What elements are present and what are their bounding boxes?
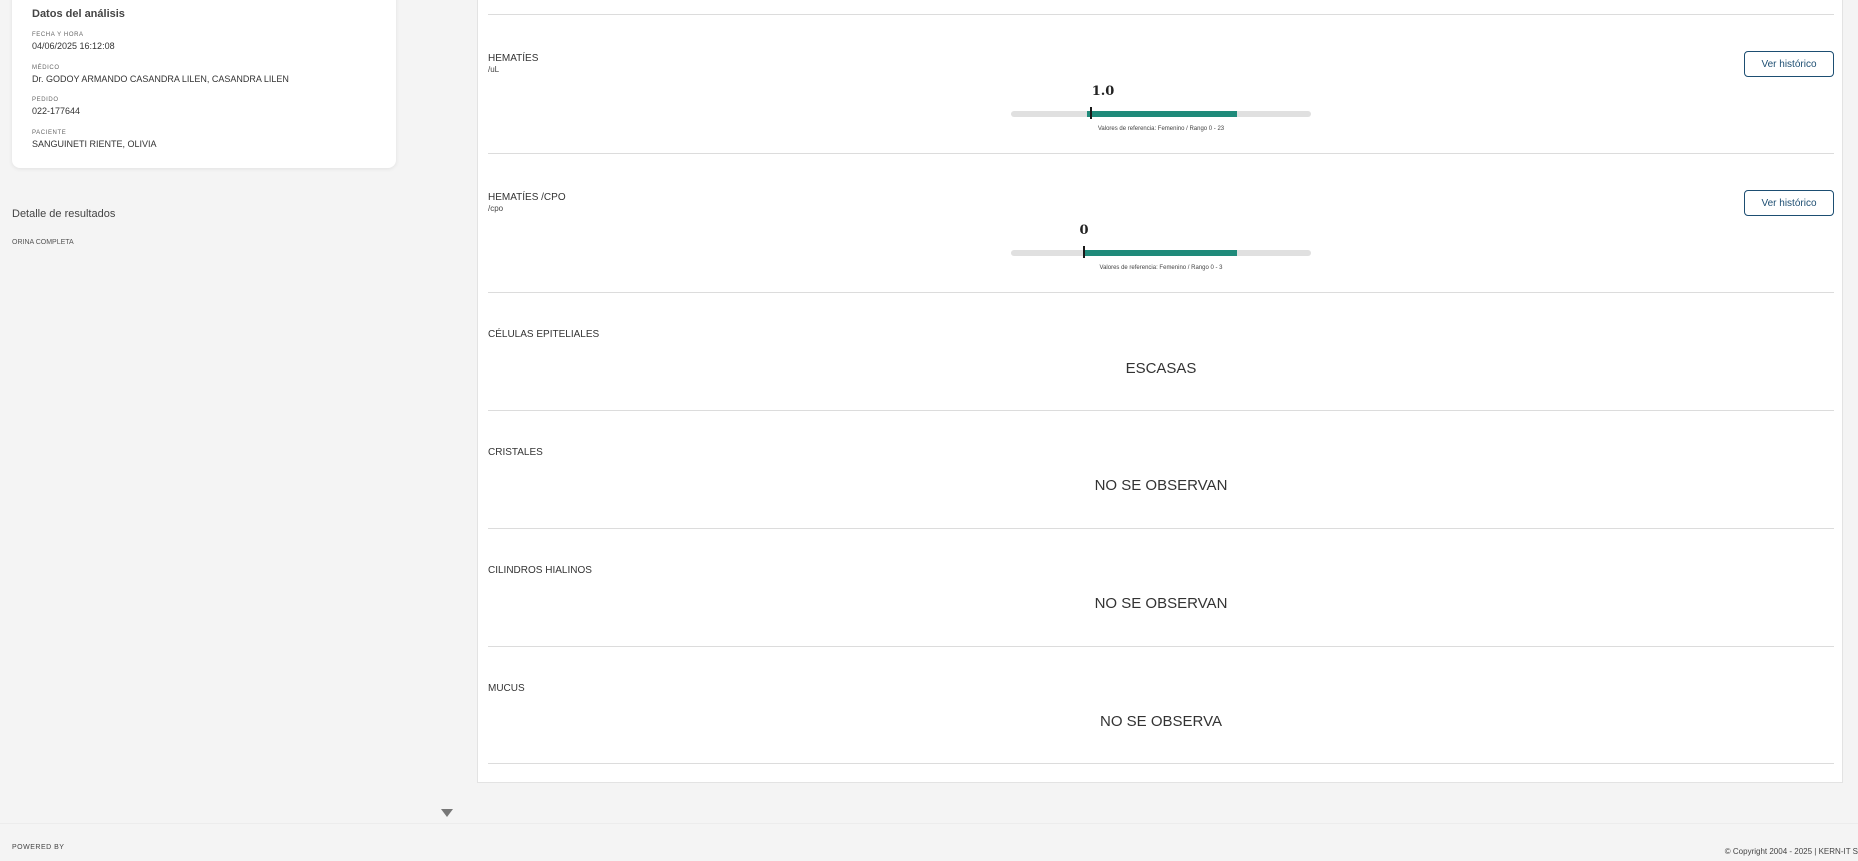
result-name: CÉLULAS EPITELIALES [488,329,600,340]
result-unit: /cpo [488,204,504,213]
analysis-data-card: Datos del análisis FECHA Y HORA 04/06/20… [12,0,396,168]
result-value: NO SE OBSERVAN [1094,595,1228,612]
doctor-value: Dr. GODOY ARMANDO CASANDRA LILEN, CASAND… [32,74,289,84]
powered-by-label: POWERED BY [12,844,65,851]
reference-gauge [1011,107,1311,119]
results-panel: HEMATÍES /uL Ver histórico 1.0 Valores d… [477,0,1843,783]
order-label: PEDIDO [32,97,59,103]
patient-value: SANGUINETI RIENTE, OLIVIA [32,139,157,149]
view-history-button[interactable]: Ver histórico [1744,190,1834,216]
footer: POWERED BY © Copyright 2004 - 2025 | KER… [0,823,1858,861]
reference-gauge [1011,246,1311,258]
sidebar: Datos del análisis FECHA Y HORA 04/06/20… [0,0,440,820]
reference-text: Valores de referencia: Femenino / Rango … [1097,126,1225,132]
scroll-down-arrow-icon[interactable] [441,809,453,817]
result-name: HEMATÍES [488,53,539,64]
date-label: FECHA Y HORA [32,32,84,38]
result-row-cilindros-hialinos: CILINDROS HIALINOS NO SE OBSERVAN [488,528,1834,646]
results-detail-title: Detalle de resultados [12,208,116,220]
result-name: HEMATÍES /CPO [488,192,566,203]
value-marker [1090,107,1092,119]
result-name: CRISTALES [488,447,543,458]
card-title: Datos del análisis [32,8,125,20]
result-row-celulas-epiteliales: CÉLULAS EPITELIALES ESCASAS [488,292,1834,410]
patient-label: PACIENTE [32,130,67,136]
result-row-cristales: CRISTALES NO SE OBSERVAN [488,410,1834,528]
view-history-button[interactable]: Ver histórico [1744,51,1834,77]
result-value: 0 [1079,223,1089,238]
result-value: NO SE OBSERVA [1100,713,1222,730]
result-row-hematies-cpo: HEMATÍES /CPO /cpo Ver histórico 0 Valor… [488,153,1834,292]
result-name: MUCUS [488,683,525,694]
order-value: 022-177644 [32,106,81,116]
result-row-hematies: HEMATÍES /uL Ver histórico 1.0 Valores d… [488,14,1834,153]
result-row-mucus: MUCUS NO SE OBSERVA [488,646,1834,764]
result-value: NO SE OBSERVAN [1094,477,1228,494]
reference-text: Valores de referencia: Femenino / Rango … [1099,265,1223,271]
result-name: CILINDROS HIALINOS [488,565,592,576]
date-value: 04/06/2025 16:12:08 [32,41,115,51]
reference-range-fill [1084,250,1237,256]
result-value: 1.0 [1091,84,1115,99]
doctor-label: MÉDICO [32,65,60,71]
detail-item-orina-completa[interactable]: ORINA COMPLETA [12,239,74,246]
result-value: ESCASAS [1125,360,1197,377]
reference-range-fill [1087,111,1237,117]
copyright-text: © Copyright 2004 - 2025 | KERN-IT S [1724,847,1858,856]
result-unit: /uL [488,65,500,74]
value-marker [1083,246,1085,258]
